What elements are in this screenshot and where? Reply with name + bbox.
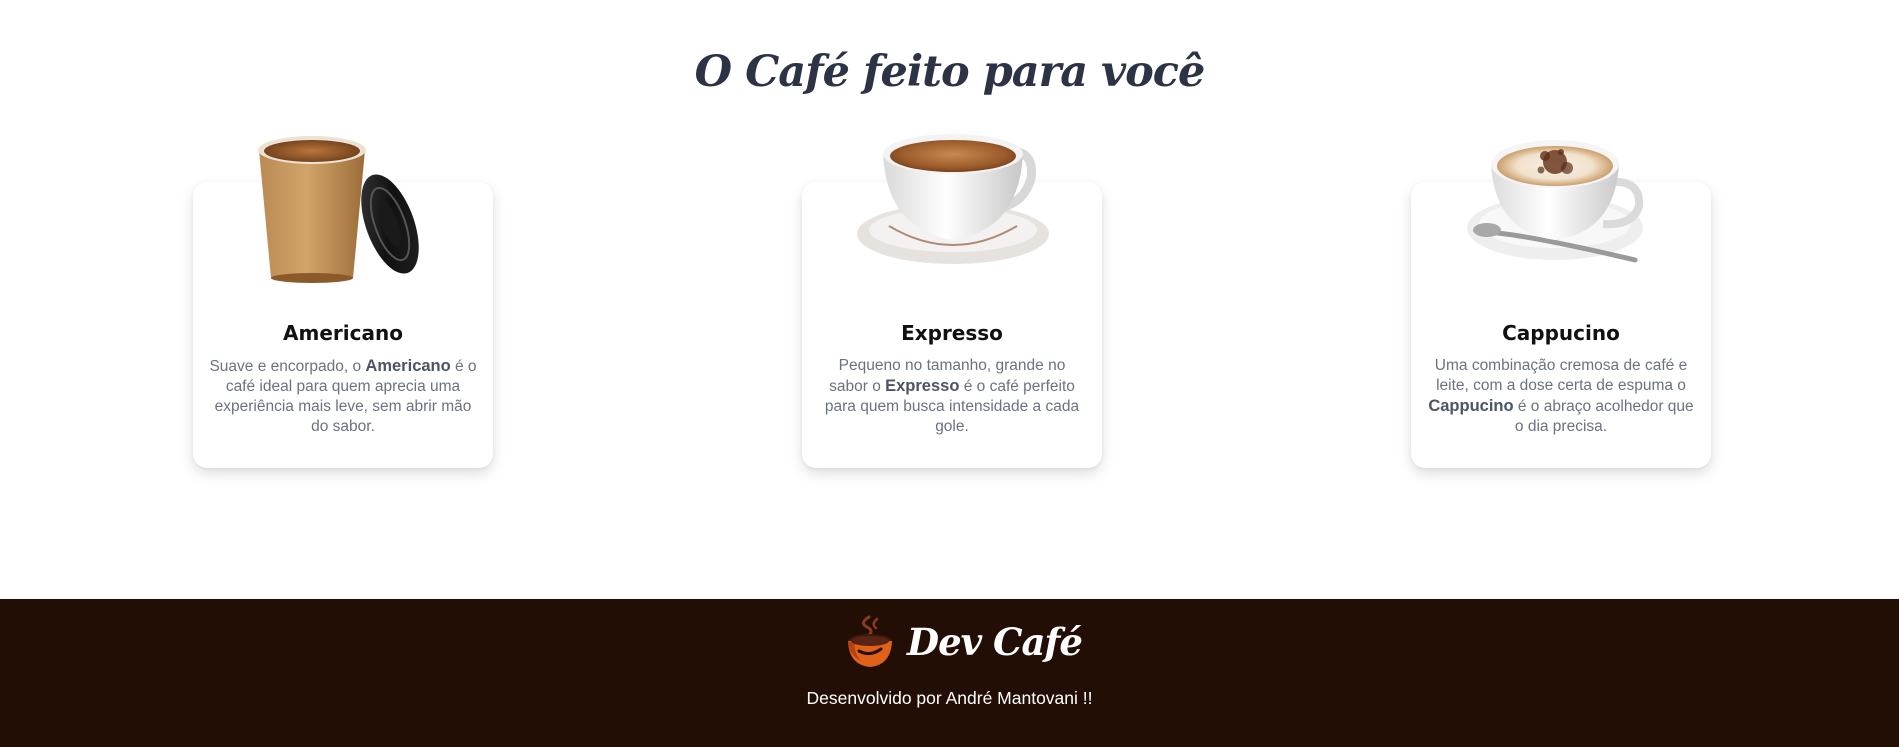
card-description-highlight: Expresso — [885, 377, 960, 395]
card-description-highlight: Cappucino — [1428, 397, 1514, 415]
card-description: Uma combinação cremosa de café e leite, … — [1428, 357, 1694, 435]
card-description-highlight: Americano — [365, 357, 451, 375]
footer: Dev Café Desenvolvido por André Mantovan… — [0, 599, 1899, 747]
espresso-cup-on-saucer-image — [857, 134, 1049, 264]
paper-coffee-cup-with-lid-image — [258, 136, 419, 283]
footer-credit: Desenvolvido por André Mantovani !! — [806, 688, 1093, 708]
card-title: Expresso — [901, 321, 1003, 345]
footer-brand[interactable]: Dev Café — [845, 615, 1083, 669]
card-description: Pequeno no tamanho, grande no sabor o Ex… — [824, 357, 1080, 435]
coffee-cup-logo-icon — [848, 615, 892, 667]
card-title: Cappucino — [1502, 321, 1620, 345]
section-title: O Café feito para você — [694, 47, 1206, 97]
footer-brand-name: Dev Café — [907, 620, 1083, 664]
card-title: Americano — [283, 321, 403, 345]
card-description: Suave e encorpado, o Americano é o café … — [209, 357, 477, 435]
cappuccino-cup-with-spoon-image — [1467, 140, 1644, 263]
